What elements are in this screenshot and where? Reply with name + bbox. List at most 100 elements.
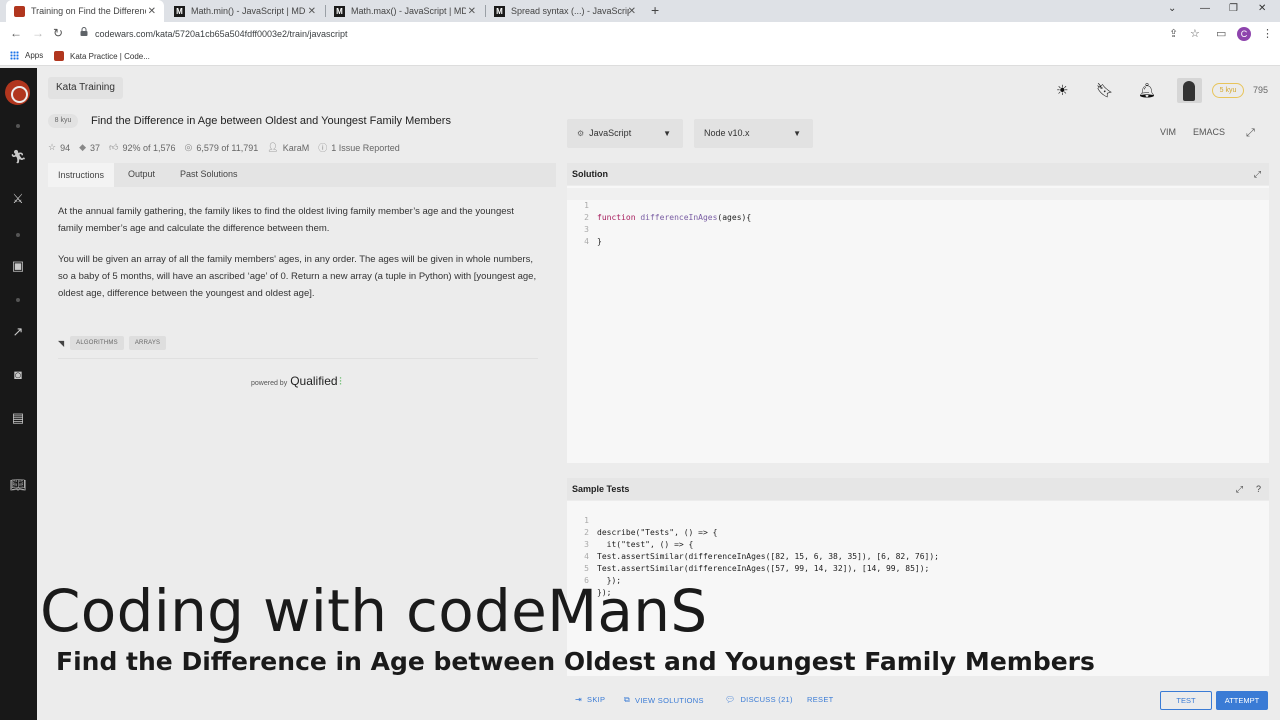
kata-tags: ◥ ALGORITHMS ARRAYS <box>58 336 171 350</box>
bookmark-kata-practice[interactable]: Kata Practice | Code... <box>54 51 150 61</box>
code-line: 3 Test.assertSimilar(differenceInAges([8… <box>567 527 1269 561</box>
new-tab-icon[interactable]: + <box>651 2 659 18</box>
sample-tests-label: Sample Tests <box>572 484 630 494</box>
vim-mode-toggle[interactable]: VIM <box>1160 127 1176 137</box>
leaderboard-trend-icon[interactable]: ↗ <box>10 325 26 339</box>
restore-icon[interactable]: ❐ <box>1229 3 1238 14</box>
tag-algorithms[interactable]: ALGORITHMS <box>70 336 124 350</box>
solutions-icon: ⧉ <box>624 695 631 704</box>
training-icon[interactable]: 🏃︎ <box>10 150 27 164</box>
minimize-icon[interactable]: — <box>1200 3 1210 14</box>
tab-close-icon[interactable]: ✕ <box>148 6 156 17</box>
fullscreen-icon[interactable]: ⤢ <box>1246 127 1255 140</box>
tab-search-chevron-icon[interactable]: ⌄ <box>1168 3 1176 14</box>
expand-icon[interactable]: ⤢ <box>1254 163 1261 185</box>
solution-editor[interactable]: 1 function differenceInAges(ages){ 2 3 }… <box>567 186 1269 463</box>
tab-close-icon[interactable]: ✕ <box>628 6 636 17</box>
dojo-icon[interactable]: ⚔︎ <box>10 192 26 206</box>
back-arrow-icon[interactable]: ← <box>10 26 22 40</box>
discuss-button[interactable]: 💬︎ DISCUSS (21) <box>725 695 793 704</box>
skip-button[interactable]: ⇥ SKIP <box>575 695 605 704</box>
kata-rank-badge: 8 kyu <box>48 114 78 128</box>
url-input[interactable]: codewars.com/kata/5720a1cb65a504fdff0003… <box>95 29 348 39</box>
sample-tests-header: Sample Tests ⤢ ? <box>567 478 1269 500</box>
more-menu-icon[interactable]: ⋮ <box>1262 27 1273 40</box>
bookmark-icon: ◆ <box>79 142 87 152</box>
stat-value: of 1,576 <box>142 142 176 153</box>
bookmark-apps[interactable]: Apps <box>10 51 43 60</box>
apps-grid-icon <box>10 51 19 60</box>
code-line: 1 function differenceInAges(ages){ <box>567 188 1269 222</box>
browser-tab-bar: Training on Find the Difference in ✕ M M… <box>0 0 1280 22</box>
stat-votes: ◆ 37 <box>79 141 100 154</box>
tag-arrays[interactable]: ARRAYS <box>128 336 167 350</box>
language-select[interactable]: ⚙︎ JavaScript ▼ <box>567 119 683 148</box>
window-close-icon[interactable]: ✕ <box>1258 3 1266 14</box>
help-icon[interactable]: ? <box>1256 478 1261 500</box>
discord-icon[interactable]: ◙ <box>10 368 26 382</box>
kata-stats: ☆ 94 ◆ 37 👍︎ 92% of 1,576 ◎ 6,579 of 11,791 … <box>48 141 409 154</box>
reset-button[interactable]: RESET <box>807 695 834 704</box>
mdn-favicon-icon: M <box>174 5 185 17</box>
button-label: RESET <box>807 695 834 704</box>
tab-past-solutions[interactable]: Past Solutions <box>180 169 238 179</box>
theme-sun-icon[interactable]: ☀ <box>1056 82 1069 99</box>
tab-close-icon[interactable]: ✕ <box>308 6 316 17</box>
stat-stars[interactable]: ☆ 94 <box>48 141 70 154</box>
codewars-logo-icon[interactable] <box>5 80 30 105</box>
docs-book-icon[interactable]: 📖︎ <box>10 478 27 492</box>
browser-tab-math-max[interactable]: M Math.max() - JavaScript | MDN ✕ <box>326 0 484 22</box>
star-icon: ☆ <box>48 142 57 152</box>
user-icon: 👤︎ <box>267 142 279 152</box>
profile-avatar[interactable]: C <box>1237 27 1251 41</box>
bookmarks-icon[interactable]: 🔖︎ <box>1096 82 1114 99</box>
video-overlay-title: Coding with codeManS <box>40 577 708 645</box>
sidebar-dot <box>16 233 20 237</box>
share-icon[interactable]: ⇪ <box>1169 27 1178 40</box>
code-text: } <box>597 237 602 246</box>
tab-output[interactable]: Output <box>128 169 155 179</box>
browser-tab-codewars[interactable]: Training on Find the Difference in ✕ <box>6 0 164 22</box>
attempt-button[interactable]: ATTEMPT <box>1216 691 1268 710</box>
user-avatar[interactable] <box>1177 78 1202 103</box>
tab-title: Training on Find the Difference in <box>31 6 146 16</box>
bookmarks-bar: Apps Kata Practice | Code... <box>0 46 1280 66</box>
kata-title: Find the Difference in Age between Oldes… <box>91 115 451 127</box>
solution-label: Solution <box>572 169 608 179</box>
stat-completed: ◎ 6,579 of 11,791 <box>185 141 259 154</box>
stat-value: of 11,791 <box>221 142 259 153</box>
video-overlay-subtitle: Find the Difference in Age between Oldes… <box>56 647 1095 676</box>
powered-by-qualified[interactable]: powered by Qualified ⁝ <box>251 374 342 388</box>
user-honor: 795 <box>1253 85 1269 95</box>
tab-title: Math.max() - JavaScript | MDN <box>351 6 466 16</box>
stat-value: 92% <box>122 142 141 153</box>
view-solutions-button[interactable]: ⧉ VIEW SOLUTIONS <box>624 695 704 705</box>
stat-author[interactable]: 👤︎ KaraM <box>267 141 309 154</box>
emacs-mode-toggle[interactable]: EMACS <box>1193 127 1225 137</box>
version-value: Node v10.x <box>704 128 750 138</box>
bookmark-star-icon[interactable]: ☆ <box>1190 27 1200 40</box>
browser-tab-spread-syntax[interactable]: M Spread syntax (...) - JavaScript | M ✕ <box>486 0 644 22</box>
reload-icon[interactable]: ↻ <box>53 26 63 40</box>
solution-header: Solution ⤢ <box>567 163 1269 185</box>
thumbs-up-icon: 👍︎ <box>109 142 119 152</box>
tab-title: Math.min() - JavaScript | MDN <box>191 6 306 16</box>
address-bar: ← → ↻ codewars.com/kata/5720a1cb65a504fd… <box>0 22 1280 46</box>
expand-icon[interactable]: ⤢ <box>1236 478 1243 500</box>
forward-arrow-icon[interactable]: → <box>32 26 44 40</box>
briefcase-icon[interactable]: ▣ <box>10 259 26 273</box>
test-button[interactable]: TEST <box>1160 691 1212 710</box>
bookmark-label: Kata Practice | Code... <box>70 51 150 61</box>
chevron-down-icon: ▼ <box>663 129 671 138</box>
divider <box>58 358 538 359</box>
notifications-bell-icon[interactable]: 🔔︎ <box>1138 82 1156 99</box>
code-line: 5 }); <box>567 551 1269 585</box>
stat-issues[interactable]: ⓘ 1 Issue Reported <box>318 141 400 154</box>
qualified-dots-icon: ⁝ <box>338 374 343 388</box>
tab-instructions[interactable]: Instructions <box>48 163 115 187</box>
browser-tab-math-min[interactable]: M Math.min() - JavaScript | MDN ✕ <box>166 0 324 22</box>
side-panel-icon[interactable]: ▭ <box>1216 27 1226 40</box>
version-select[interactable]: Node v10.x ▼ <box>694 119 813 148</box>
tab-close-icon[interactable]: ✕ <box>468 6 476 17</box>
forum-chat-icon[interactable]: ▤ <box>10 411 26 425</box>
